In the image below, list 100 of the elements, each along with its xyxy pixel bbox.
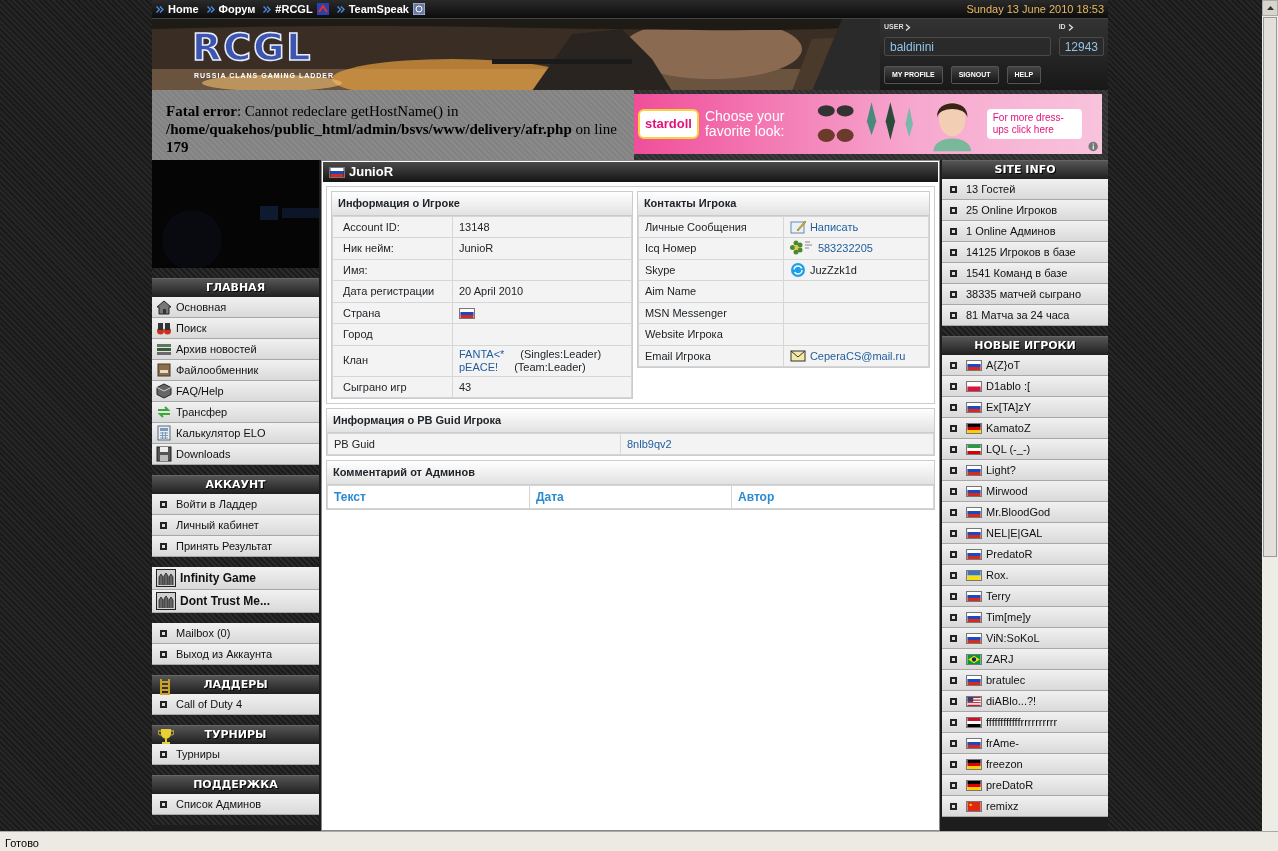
flag-icon	[966, 527, 982, 539]
clan-role: (Team:Leader)	[514, 360, 586, 374]
scrollbar[interactable]	[1262, 0, 1278, 831]
player-item[interactable]: bratulec	[942, 670, 1108, 691]
player-item[interactable]: freezon	[942, 754, 1108, 775]
double-chevron-icon	[156, 5, 164, 13]
player-item[interactable]: Ex[TA]zY	[942, 397, 1108, 418]
player-item[interactable]: PredatoR	[942, 544, 1108, 565]
player-item[interactable]: Rox.	[942, 565, 1108, 586]
trophy-icon	[158, 728, 174, 744]
flag-icon	[966, 611, 982, 623]
contact-link[interactable]: 583232205	[817, 240, 873, 257]
player-name: JunioR	[349, 163, 394, 182]
headset-icon	[412, 3, 425, 15]
contact-link[interactable]: CeperaCS@mail.ru	[809, 347, 906, 364]
info-item: 14125 Игроков в базе	[942, 242, 1108, 263]
chevron-icon	[1067, 23, 1074, 31]
player-item[interactable]: ffffffffffffrrrrrrrrrr	[942, 712, 1108, 733]
menu-item[interactable]: Калькулятор ELO	[152, 423, 319, 444]
nav-link[interactable]: TeamSpeak	[336, 0, 425, 18]
clan-link[interactable]: pEACE!	[459, 360, 499, 374]
player-item[interactable]: KamatoZ	[942, 418, 1108, 439]
menu-item[interactable]: Войти в Ладдер	[152, 494, 319, 515]
player-item[interactable]: Terry	[942, 586, 1108, 607]
menu-item[interactable]: Выход из Аккаунта	[152, 644, 319, 665]
column-header[interactable]: Текст	[327, 485, 530, 508]
envelope-icon	[789, 347, 806, 364]
contact-link[interactable]: Написать	[809, 218, 859, 235]
menu-item[interactable]: Dont Trust Me...	[152, 590, 319, 613]
contact-value: JuzZzk1d	[809, 262, 857, 278]
table-cell: Сыграно игр	[332, 376, 453, 398]
menu-item[interactable]: Список Админов	[152, 794, 319, 815]
menu-item[interactable]: Файлообменник	[152, 360, 319, 381]
id-field[interactable]: 12943	[1058, 36, 1104, 56]
error-message: Fatal error: Cannot redeclare getHostName() in /home/quakehos/public_html/admin/bsvs/www/delivery/afr.php on line 179	[152, 90, 634, 160]
table-cell: Дата регистрации	[332, 280, 453, 302]
info-item: 1 Online Админов	[942, 221, 1108, 242]
player-item[interactable]: Mirwood	[942, 481, 1108, 502]
menu-item[interactable]: Call of Duty 4	[152, 694, 319, 715]
ad-headline: Choose your favorite look:	[704, 109, 786, 139]
column-header[interactable]: Дата	[529, 485, 732, 508]
nav-link[interactable]: Форум	[206, 0, 256, 18]
player-item[interactable]: NEL|E|GAL	[942, 523, 1108, 544]
flag-icon	[966, 506, 982, 518]
menu-item[interactable]: Поиск	[152, 318, 319, 339]
player-item[interactable]: D1ablo :[	[942, 376, 1108, 397]
player-item[interactable]: Light?	[942, 460, 1108, 481]
table-cell: Город	[332, 323, 453, 345]
username-field[interactable]: baldinini	[884, 36, 1051, 56]
ad-link[interactable]: For more dress-ups click here	[986, 109, 1082, 139]
flag-icon	[329, 166, 345, 178]
ladder-icon	[158, 678, 172, 696]
player-item[interactable]: frAme-	[942, 733, 1108, 754]
menu-item[interactable]: Трансфер	[152, 402, 319, 423]
menu-item[interactable]: Основная	[152, 297, 319, 318]
player-item[interactable]: diABlo...?!	[942, 691, 1108, 712]
player-item[interactable]: preDatoR	[942, 775, 1108, 796]
table-cell: PB Guid	[327, 433, 621, 455]
house-icon	[156, 299, 172, 315]
player-item[interactable]: ZARJ	[942, 649, 1108, 670]
clan-link[interactable]: FANTA<*	[459, 347, 505, 361]
player-item[interactable]: remixz	[942, 796, 1108, 817]
menu-item[interactable]: Турниры	[152, 744, 319, 765]
player-item[interactable]: Tim[me]y	[942, 607, 1108, 628]
nav-link[interactable]: #RCGL	[263, 0, 329, 18]
table-cell: Aim Name	[638, 280, 784, 302]
info-item: 81 Матча за 24 часа	[942, 305, 1108, 326]
section-title: АККАУНТ	[205, 476, 266, 493]
flag-icon	[966, 401, 982, 413]
info-item: 1541 Команд в базе	[942, 263, 1108, 284]
flag-icon	[966, 653, 982, 665]
table-cell: Account ID:	[332, 216, 453, 238]
menu-item[interactable]: Mailbox (0)	[152, 623, 319, 644]
flag-icon	[966, 716, 982, 728]
player-item[interactable]: Mr.BloodGod	[942, 502, 1108, 523]
folder-icon	[156, 362, 172, 378]
menu-item[interactable]: Downloads	[152, 444, 319, 465]
table-cell: Skype	[638, 259, 784, 281]
clan-role: (Singles:Leader)	[520, 347, 602, 361]
ad-logo: stardoll	[638, 109, 699, 139]
menu-item[interactable]: Архив новостей	[152, 339, 319, 360]
flower-icon	[789, 240, 814, 257]
double-chevron-icon	[206, 5, 215, 13]
info-icon[interactable]	[1087, 141, 1098, 152]
player-item[interactable]: LQL (-_-)	[942, 439, 1108, 460]
player-item[interactable]: ViN:SoKoL	[942, 628, 1108, 649]
menu-item[interactable]: Принять Результат	[152, 536, 319, 557]
menu-item[interactable]: Личный кабинет	[152, 515, 319, 536]
menu-item[interactable]: Infinity Game	[152, 567, 319, 590]
flag-icon	[966, 779, 982, 791]
column-header[interactable]: Автор	[731, 485, 934, 508]
flag-icon	[966, 800, 982, 812]
info-item: 25 Online Игроков	[942, 200, 1108, 221]
table-cell: 20 April 2010	[452, 280, 632, 302]
player-item[interactable]: A{Z}oT	[942, 355, 1108, 376]
nav-link[interactable]: Home	[156, 0, 199, 18]
guid-link[interactable]: 8nlb9qv2	[627, 437, 672, 450]
flag-icon	[966, 380, 982, 392]
menu-item[interactable]: FAQ/Help	[152, 381, 319, 402]
arrow-icon[interactable]	[1266, 6, 1274, 10]
